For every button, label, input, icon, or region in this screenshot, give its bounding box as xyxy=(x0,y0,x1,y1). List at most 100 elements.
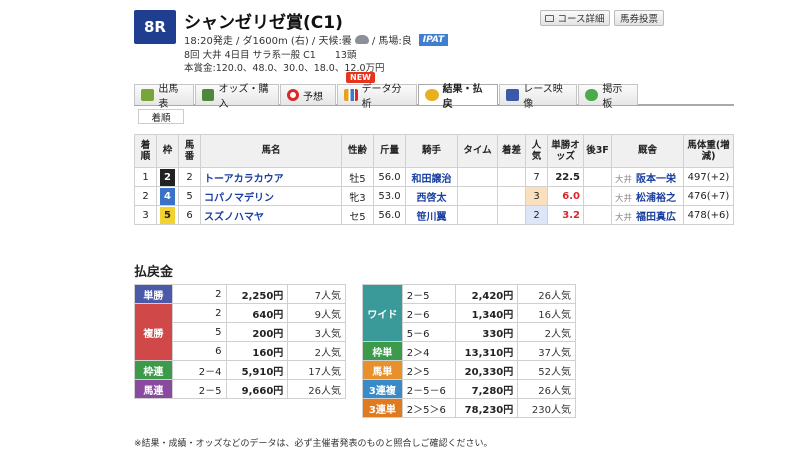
subtab-finish-order[interactable]: 着順 xyxy=(138,109,184,124)
margin xyxy=(497,205,526,225)
win-odds: 22.5 xyxy=(547,167,584,187)
payout-amount: 9,660円 xyxy=(225,379,289,399)
horse-name-link[interactable]: スズノハマヤ xyxy=(200,205,342,225)
odds-icon xyxy=(202,89,215,101)
jockey-link[interactable]: 西啓太 xyxy=(405,186,458,206)
trainer-link[interactable]: 福田真広 xyxy=(636,212,676,223)
trainer-affiliation: 大井 xyxy=(615,212,633,223)
payout-popularity: 2人気 xyxy=(517,322,576,342)
payout-amount: 13,310円 xyxy=(455,341,519,361)
tab-data-analysis[interactable]: データ分析 xyxy=(337,84,417,110)
map-icon xyxy=(545,14,555,22)
horse-name-link[interactable]: トーアカラカウア xyxy=(200,167,342,187)
payout-combo: 2－4 xyxy=(171,360,227,380)
tab-bar: 出馬表 オッズ・購入 予想 データ分析 結果・払戻 レース映像 掲示板 xyxy=(134,84,734,110)
payout-combo: 2－6 xyxy=(401,303,457,323)
popularity: 3 xyxy=(525,186,548,206)
payout-combo: 2 xyxy=(171,303,227,323)
rank: 3 xyxy=(134,205,157,225)
header-waku: 枠 xyxy=(156,134,179,168)
trainer-link[interactable]: 阪本一栄 xyxy=(636,174,676,185)
body-weight: 497(+2) xyxy=(683,167,734,187)
carried-weight: 53.0 xyxy=(373,186,406,206)
jockey-link[interactable]: 笹川翼 xyxy=(405,205,458,225)
win-odds: 3.2 xyxy=(547,205,584,225)
course-detail-button[interactable]: コース詳細 xyxy=(540,10,610,26)
payout-amount: 2,420円 xyxy=(455,284,519,304)
payout-row: 枠単 2＞4 13,310円 37人気 xyxy=(362,341,576,361)
vote-button[interactable]: 馬券投票 xyxy=(614,10,664,26)
header-time: タイム xyxy=(457,134,498,168)
race-info-text: 18:20発走 / ダ1600m (右) / 天候:曇 xyxy=(184,36,352,47)
payout-amount: 160円 xyxy=(225,341,289,361)
payout-row: 枠連 2－4 5,910円 17人気 xyxy=(134,360,346,380)
bet-type-fukusho: 複勝 xyxy=(134,303,173,361)
rank: 1 xyxy=(134,167,157,187)
payout-row: 3連複 2－5－6 7,280円 26人気 xyxy=(362,379,576,399)
header-trainer: 厩舎 xyxy=(611,134,684,168)
jockey-link[interactable]: 和田譲治 xyxy=(405,167,458,187)
trainer-cell: 大井 福田真広 xyxy=(611,205,684,225)
umaban: 6 xyxy=(178,205,201,225)
bet-type-sanrentan: 3連単 xyxy=(362,398,403,418)
tab-results[interactable]: 結果・払戻 xyxy=(418,84,498,110)
waku-badge: 2 xyxy=(160,168,175,186)
body-weight: 478(+6) xyxy=(683,205,734,225)
tab-race-video[interactable]: レース映像 xyxy=(499,84,577,110)
payout-amount: 1,340円 xyxy=(455,303,519,323)
margin xyxy=(497,186,526,206)
bet-type-sanrenpuku: 3連複 xyxy=(362,379,403,399)
video-icon xyxy=(506,89,520,101)
chat-icon xyxy=(585,89,599,101)
last3f xyxy=(583,205,612,225)
header-umaban: 馬番 xyxy=(178,134,201,168)
ipat-badge: IPAT xyxy=(418,33,449,46)
payout-popularity: 2人気 xyxy=(287,341,346,361)
payout-popularity: 37人気 xyxy=(517,341,576,361)
tab-bbs[interactable]: 掲示板 xyxy=(578,84,638,110)
popularity: 2 xyxy=(525,205,548,225)
cloud-icon xyxy=(354,35,369,44)
payout-amount: 640円 xyxy=(225,303,289,323)
payout-popularity: 3人気 xyxy=(287,322,346,342)
payout-popularity: 17人気 xyxy=(287,360,346,380)
tab-odds[interactable]: オッズ・購入 xyxy=(195,84,279,110)
bet-type-umaren: 馬連 xyxy=(134,379,173,399)
payout-table-right: ワイド 2－5 2,420円 26人気 2－6 1,340円 16人気 5－6 … xyxy=(362,284,576,418)
payout-combo: 5 xyxy=(171,322,227,342)
waku-badge: 5 xyxy=(160,206,175,224)
payout-popularity: 9人気 xyxy=(287,303,346,323)
disclaimer: ※結果・成績・オッズなどのデータは、必ず主催者発表のものと照合しご確認ください。 xyxy=(134,439,493,449)
header-weight: 斤量 xyxy=(373,134,406,168)
results-header-row: 着順 枠 馬番 馬名 性齢 斤量 騎手 タイム 着差 人気 単勝オッズ 後3F … xyxy=(134,134,734,168)
payout-amount: 20,330円 xyxy=(455,360,519,380)
bet-type-tansho: 単勝 xyxy=(134,284,173,304)
tab-label: レース映像 xyxy=(523,84,563,110)
carried-weight: 56.0 xyxy=(373,205,406,225)
race-meta: 8回 大井 4日目 サラ系一般 C1 13頭 xyxy=(184,50,357,61)
track-condition: / 馬場:良 xyxy=(371,36,412,47)
payout-popularity: 230人気 xyxy=(517,398,576,418)
payout-amount: 78,230円 xyxy=(455,398,519,418)
trainer-link[interactable]: 松浦裕之 xyxy=(636,193,676,204)
horse-name-link[interactable]: コパノマデリン xyxy=(200,186,342,206)
header-sex-age: 性齢 xyxy=(341,134,374,168)
payout-popularity: 26人気 xyxy=(517,284,576,304)
header-horse: 馬名 xyxy=(200,134,342,168)
header-odds: 単勝オッズ xyxy=(547,134,584,168)
payout-combo: 5－6 xyxy=(401,322,457,342)
time xyxy=(457,186,498,206)
tab-prediction[interactable]: 予想 xyxy=(280,84,336,105)
payout-popularity: 26人気 xyxy=(287,379,346,399)
payout-table-left: 単勝 2 2,250円 7人気 複勝 2 640円 9人気 5 200円 3人気… xyxy=(134,284,346,399)
payout-row: 馬単 2＞5 20,330円 52人気 xyxy=(362,360,576,380)
payout-combo: 6 xyxy=(171,341,227,361)
time xyxy=(457,167,498,187)
new-badge: NEW xyxy=(346,72,375,83)
payout-row: ワイド 2－5 2,420円 26人気 xyxy=(362,284,576,342)
tab-entries[interactable]: 出馬表 xyxy=(134,84,194,110)
payout-combo: 2 xyxy=(171,284,227,304)
trainer-cell: 大井 阪本一栄 xyxy=(611,167,684,187)
payout-title: 払戻金 xyxy=(134,265,174,280)
header-last3f: 後3F xyxy=(583,134,612,168)
